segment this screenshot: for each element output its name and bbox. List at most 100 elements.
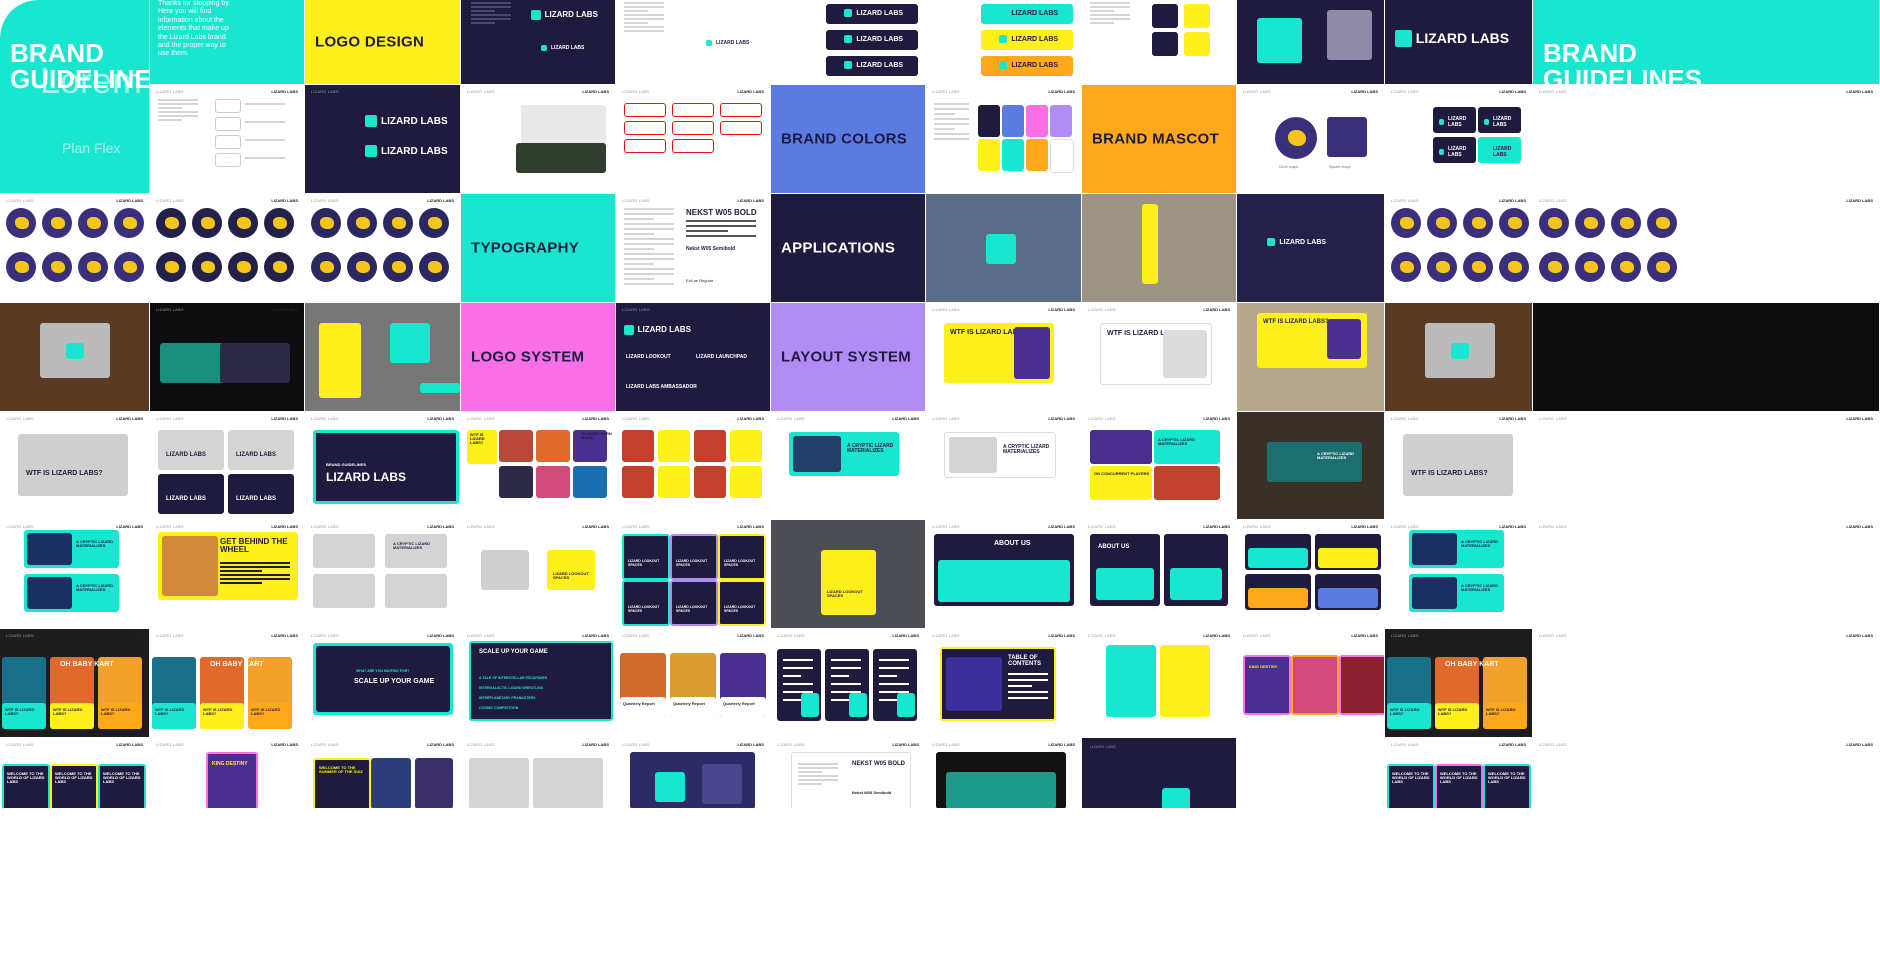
summer-card: WELCOME TO THE SUMMER OF THE SUIZ	[313, 758, 371, 808]
logo-variant-card: LIZARD LABS	[826, 4, 918, 24]
page-header: LIZARD LABS	[622, 307, 650, 312]
section-title: APPLICATIONS	[781, 239, 896, 257]
logo-mark-icon	[999, 35, 1008, 44]
mascot-pose	[156, 208, 186, 238]
text-line	[624, 243, 674, 245]
page-header: LIZARD LABS	[467, 633, 495, 638]
edge-tile-5: LIZARD LABS LIZARD LABS	[1533, 520, 1879, 628]
text-line	[245, 139, 285, 141]
logo-construction-tile: LIZARD LABS LIZARD LABS LIZARD LABS LIZARD …	[305, 85, 460, 193]
logo-background-card: LIZARD LABS	[1478, 107, 1521, 133]
logo-mark-grid-icon	[702, 764, 742, 804]
image-placeholder	[385, 534, 447, 568]
layout-lookout-grid-tile: LIZARD LABS LIZARD LABS LIZARD LOOKOUT SPA…	[616, 520, 770, 628]
pin-badge	[986, 234, 1016, 264]
mini-title: WTF IS LIZARD LABS?	[53, 707, 83, 717]
laptop-logo	[1451, 343, 1469, 359]
text-line	[220, 562, 290, 564]
lookout-card: LIZARD LOOKOUT SPACES	[718, 534, 766, 580]
teal-block	[1170, 568, 1222, 600]
logo-mark-card	[1152, 32, 1178, 56]
page-header: LIZARD LABS	[622, 416, 650, 421]
page-logo: LIZARD LABS	[582, 633, 609, 638]
logo-wordmark: LIZARD LABS	[1448, 116, 1467, 128]
lookout-card: LIZARD LOOKOUT SPACES	[670, 580, 718, 626]
layout-grey-grid-tile: LIZARD LABS LIZARD LABS	[461, 738, 615, 808]
page-header: LIZARD LABS	[777, 742, 805, 747]
mascot-pose	[1427, 252, 1457, 282]
section-title: LAYOUT SYSTEM	[781, 348, 912, 366]
page-logo: LIZARD LABS	[1351, 524, 1378, 529]
mascot-pose	[78, 252, 108, 282]
color-palette-tile: LIZARD LABS LIZARD LABS	[926, 85, 1081, 193]
logo-mark-icon	[1484, 149, 1490, 155]
misuse-example	[720, 103, 762, 117]
text-line	[934, 123, 969, 125]
mascot-pose	[6, 208, 36, 238]
scale-card: WHAT ARE YOU WAITING FOR? SCALE UP YOUR G…	[313, 643, 453, 715]
logo-variant-card: LIZARD LABS	[826, 30, 918, 50]
page-logo: LIZARD LABS	[427, 524, 454, 529]
lizard-labs-logo: LIZARD LABS	[844, 35, 903, 44]
page-logo: LIZARD LABS	[427, 742, 454, 747]
mascot-pose	[1575, 208, 1605, 238]
text-line	[624, 278, 654, 280]
logo-usage-tile: LIZARD LABS LIZARD LABS	[461, 0, 615, 84]
mini-title: GET BEHIND THE WHEEL	[220, 537, 288, 555]
page-header: LIZARD LABS	[622, 524, 650, 529]
page-header: LIZARD LABS	[1088, 633, 1116, 638]
mini-title: LIZARD LABS	[166, 496, 206, 502]
text-line	[798, 767, 838, 769]
welcome-card: WELCOME TO THE WORLD OF LIZARD LABS	[50, 764, 98, 808]
earn-card	[730, 430, 762, 462]
lizard-labs-logo: LIZARD LABS	[999, 9, 1058, 18]
game-art-card	[1154, 466, 1220, 500]
welcome-card: WELCOME TO THE WORLD OF LIZARD LABS	[98, 764, 146, 808]
page-logo: LIZARD LABS	[1048, 307, 1075, 312]
page-logo: LIZARD LABS	[271, 307, 298, 312]
page-header: LIZARD LABS	[1391, 89, 1419, 94]
text-line	[934, 103, 969, 105]
logo-wordmark: LIZARD LABS	[1415, 30, 1510, 47]
text-line	[934, 138, 969, 140]
mascot-pose	[1647, 252, 1677, 282]
earn-card	[622, 466, 654, 498]
page-header: LIZARD LABS	[622, 198, 650, 203]
mini-title: NEKST W05 BOLD	[852, 761, 906, 767]
text-line	[624, 268, 674, 270]
page-logo: LIZARD LABS	[1846, 633, 1873, 638]
page-header: LIZARD LABS	[777, 633, 805, 638]
page-header: LIZARD LABS	[777, 416, 805, 421]
lizard-labs-logo: LIZARD LABS	[1484, 146, 1521, 158]
welcome-card: WELCOME TO THE WORLD OF LIZARD LABS	[2, 764, 50, 808]
logo-wordmark: LIZARD LABS	[637, 325, 691, 335]
text-line	[245, 103, 285, 105]
section-brand-colors: BRAND COLORS	[771, 85, 925, 193]
page-logo: LIZARD LABS	[582, 742, 609, 747]
building-banner-photo	[1082, 194, 1236, 302]
page-header: LIZARD LABS	[1539, 89, 1567, 94]
text-line	[879, 667, 909, 669]
game-art-image	[1412, 533, 1457, 565]
lookout-card: LIZARD LOOKOUT SPACES	[718, 580, 766, 626]
section-title: BRAND MASCOT	[1092, 130, 1219, 148]
color-swatch	[978, 105, 1000, 137]
page-logo: LIZARD LABS	[1846, 524, 1873, 529]
page-logo: LIZARD LABS	[116, 416, 143, 421]
earn-card	[694, 466, 726, 498]
mini-title: WELCOME TO THE WORLD OF LIZARD LABS	[1392, 771, 1430, 785]
text-line	[220, 578, 290, 580]
text-line	[158, 103, 198, 105]
mascot-pose	[1499, 208, 1529, 238]
text-line	[798, 763, 838, 765]
color-swatch	[1002, 139, 1024, 171]
mini-title: SCALE UP YOUR GAME	[354, 678, 435, 685]
text-line	[798, 775, 838, 777]
lizard-labs-logo: LIZARD LABS	[365, 145, 448, 157]
logo-variant-card: LIZARD LABS	[826, 56, 918, 76]
logo-mark-card	[1152, 4, 1178, 28]
quarterly-card: Quarterly Report	[670, 653, 716, 717]
mascot-circle	[1275, 117, 1317, 159]
page-logo: LIZARD LABS	[271, 416, 298, 421]
logo-mark-icon	[1162, 788, 1190, 808]
